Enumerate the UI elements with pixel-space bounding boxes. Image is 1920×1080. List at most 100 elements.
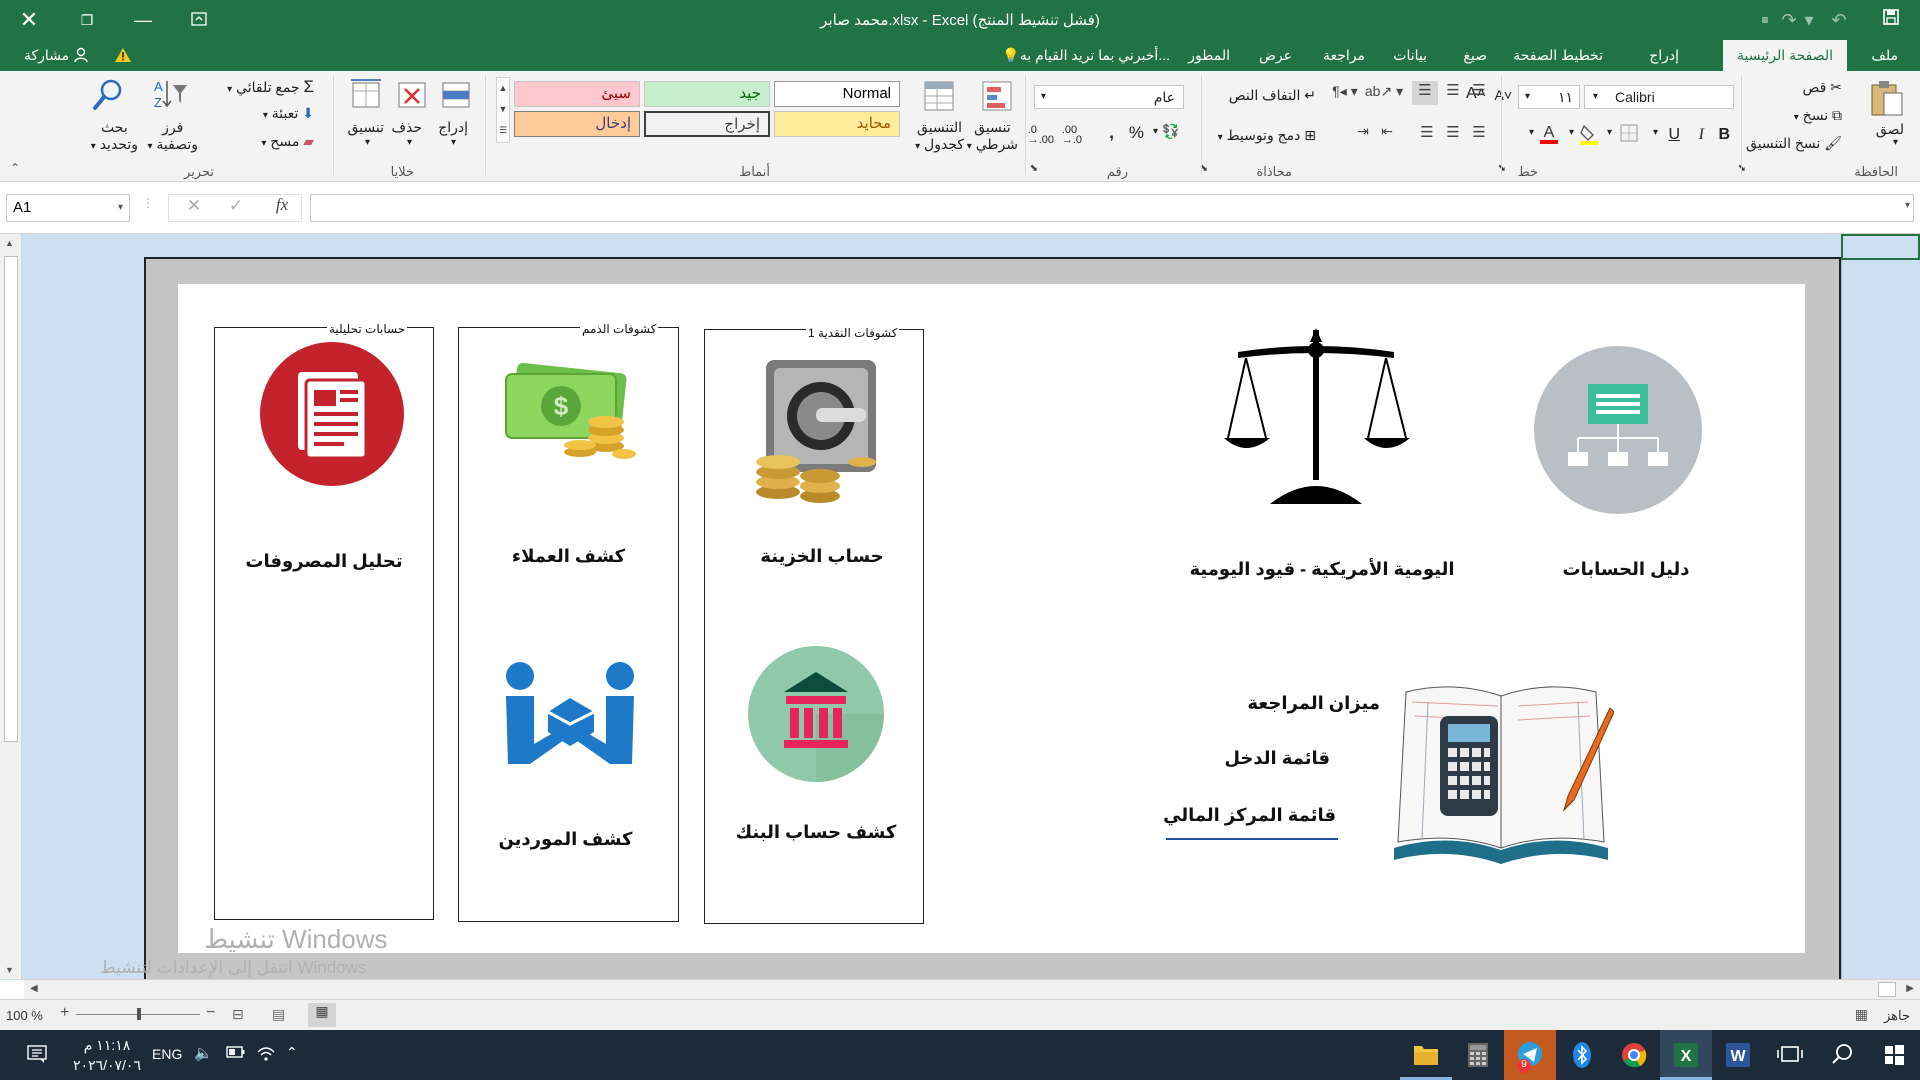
search-icon[interactable] — [1816, 1030, 1868, 1080]
caption-financial-position[interactable]: قائمة المركز المالي — [1150, 805, 1336, 826]
selected-cell[interactable] — [1841, 234, 1920, 260]
calculator-icon[interactable] — [1452, 1030, 1504, 1080]
caption-journal[interactable]: اليومية الأمريكية - قيود اليومية — [1172, 559, 1472, 580]
copy-button[interactable]: ▾ نسخ ⧉ — [1794, 107, 1842, 124]
find-select-icon[interactable] — [90, 77, 126, 115]
handshake-icon[interactable] — [500, 660, 640, 772]
italic-button[interactable]: I — [1699, 126, 1704, 144]
caption-trial-balance[interactable]: ميزان المراجعة — [1220, 693, 1380, 714]
format-painter-button[interactable]: نسخ التنسيق 🖌 — [1746, 135, 1842, 152]
format-table-icon[interactable] — [920, 79, 960, 117]
font-size-box[interactable]: ١١ ▾ — [1518, 85, 1580, 109]
close-icon[interactable]: ✕ — [14, 6, 44, 34]
align-center-icon[interactable]: ☰ — [1442, 123, 1464, 141]
chevron-down-icon[interactable]: ▾ — [1893, 137, 1898, 148]
find-select-button[interactable]: بحث ▾ وتحديد — [91, 119, 138, 155]
align-bottom-icon[interactable]: ☰ — [1412, 81, 1438, 105]
volume-icon[interactable]: 🔈 — [194, 1044, 213, 1062]
paste-icon[interactable] — [1866, 79, 1906, 123]
chevron-down-icon[interactable]: ▾ — [407, 137, 412, 148]
minimize-icon[interactable]: — — [128, 6, 158, 34]
ledger-calculator-icon[interactable] — [1388, 672, 1615, 866]
share-button[interactable]: مشاركة — [24, 40, 89, 71]
zoom-in-icon[interactable]: + — [60, 1004, 69, 1022]
caption-bank[interactable]: كشف حساب البنك — [704, 822, 928, 843]
delete-cells-button[interactable]: حذف — [391, 119, 422, 136]
comma-icon[interactable]: , — [1109, 123, 1114, 143]
tab-home[interactable]: الصفحة الرئيسية — [1722, 40, 1847, 71]
scales-icon[interactable] — [1222, 328, 1410, 504]
network-icon[interactable] — [256, 1044, 276, 1067]
task-view-icon[interactable] — [1764, 1030, 1816, 1080]
hierarchy-icon[interactable] — [1534, 346, 1702, 514]
restore-icon[interactable]: ❐ — [72, 6, 102, 34]
scroll-thumb[interactable] — [4, 256, 18, 742]
align-middle-icon[interactable]: ☰ — [1442, 81, 1464, 99]
tab-review[interactable]: مراجعة — [1323, 40, 1365, 71]
cut-button[interactable]: قص ✂ — [1803, 79, 1842, 96]
accounting-icon[interactable]: 💱 — [1160, 123, 1182, 140]
caption-chart-of-accounts[interactable]: دليل الحسابات — [1528, 559, 1724, 580]
document-icon[interactable] — [260, 342, 404, 486]
align-left-icon[interactable]: ☰ — [1416, 123, 1438, 141]
style-normal[interactable]: Normal — [774, 81, 900, 107]
bluetooth-icon[interactable] — [1556, 1030, 1608, 1080]
normal-view-icon[interactable]: ▦ — [308, 1003, 336, 1027]
insert-function-icon[interactable]: fx — [270, 195, 294, 215]
chevron-down-icon[interactable]: ▾ — [1569, 127, 1574, 138]
caption-income-statement[interactable]: قائمة الدخل — [1180, 748, 1330, 769]
underline-button[interactable]: U — [1668, 126, 1680, 144]
hscroll-thumb[interactable] — [1878, 982, 1896, 997]
chrome-icon[interactable] — [1608, 1030, 1660, 1080]
increase-decimal-icon[interactable]: .00 →.0 — [1062, 125, 1082, 146]
caption-suppliers[interactable]: كشف الموردين — [458, 829, 673, 850]
align-top-icon[interactable]: ☰ — [1468, 81, 1490, 99]
decrease-decimal-icon[interactable]: .0 →.00 — [1028, 125, 1054, 146]
chevron-down-icon[interactable]: ▾ — [365, 137, 370, 148]
tellme-box[interactable]: 💡أخبرني بما تريد القيام به... — [998, 40, 1170, 71]
zoom-slider-thumb[interactable] — [137, 1008, 141, 1020]
chevron-down-icon[interactable]: ▾ — [1153, 126, 1158, 137]
font-name-box[interactable]: Calibri ▾ — [1584, 85, 1734, 109]
percent-icon[interactable]: % — [1129, 123, 1144, 143]
decrease-indent-icon[interactable]: ⇤ — [1376, 123, 1398, 140]
insert-cells-icon[interactable] — [438, 77, 474, 117]
shrink-font-icon[interactable]: A˅ — [1494, 87, 1512, 103]
merge-center-button[interactable]: ▾ دمج وتوسيط ⊞ — [1218, 127, 1316, 144]
zoom-level[interactable]: 100 % — [6, 1008, 43, 1023]
tab-view[interactable]: عرض — [1259, 40, 1292, 71]
collapse-ribbon-icon[interactable]: ⌃ — [10, 161, 20, 175]
format-cells-icon[interactable] — [348, 77, 384, 117]
chevron-down-icon[interactable]: ▾ — [1905, 200, 1910, 211]
conditional-format-button[interactable]: تنسيق ▾ شرطي — [967, 119, 1018, 155]
zoom-out-icon[interactable]: − — [206, 1004, 215, 1022]
fill-button[interactable]: ▾ تعبئة ⬇ — [263, 105, 314, 122]
number-format-box[interactable]: عام ▾ — [1034, 85, 1184, 109]
excel-icon[interactable]: X — [1660, 1030, 1712, 1080]
styles-scroll[interactable]: ▲ ▼ ☰ — [496, 77, 510, 143]
chevron-down-icon[interactable]: ▾ — [451, 137, 456, 148]
telegram-icon[interactable]: 9 — [1504, 1030, 1556, 1080]
style-input[interactable]: إدخال — [514, 111, 640, 137]
show-hidden-icons[interactable]: ⌃ — [286, 1044, 298, 1061]
insert-cells-button[interactable]: إدراج — [438, 119, 468, 136]
tab-formulas[interactable]: صيغ — [1463, 40, 1487, 71]
font-color-icon[interactable]: A — [1538, 122, 1560, 149]
formula-input[interactable] — [310, 194, 1914, 222]
rtl-icon[interactable]: ¶◂ ▾ — [1330, 83, 1360, 100]
tab-developer[interactable]: المطور — [1188, 40, 1230, 71]
page-break-view-icon[interactable]: ⊟ — [232, 1006, 244, 1023]
clear-button[interactable]: ▾ مسح ▰ — [261, 133, 314, 150]
increase-indent-icon[interactable]: ⇥ — [1352, 123, 1374, 140]
dialog-launcher-icon[interactable]: ⬊ — [1030, 163, 1038, 174]
battery-icon[interactable] — [226, 1045, 246, 1064]
fill-color-icon[interactable] — [1578, 123, 1600, 150]
clock[interactable]: ١١:١٨ م ٢٠٢٦/٠٧/٠٦ — [72, 1035, 142, 1075]
macro-record-icon[interactable]: ▦ — [1855, 1006, 1868, 1023]
tab-data[interactable]: بيانات — [1393, 40, 1427, 71]
caption-customers[interactable]: كشف العملاء — [458, 546, 679, 567]
caption-expenses[interactable]: تحليل المصروفات — [214, 551, 434, 572]
borders-icon[interactable] — [1618, 124, 1640, 147]
format-cells-button[interactable]: تنسيق — [347, 119, 384, 136]
paste-label[interactable]: لصق — [1876, 121, 1904, 138]
